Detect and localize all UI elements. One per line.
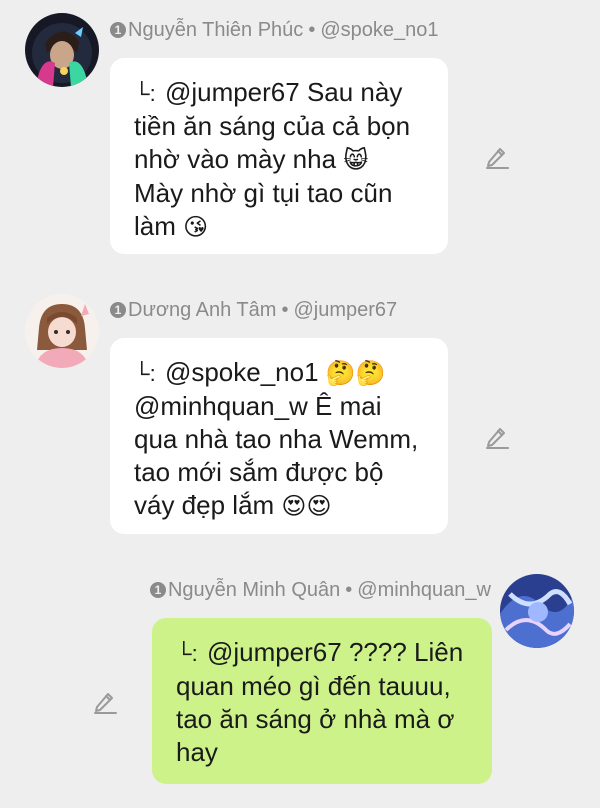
message-line: váy đẹp lắm 😍😍 bbox=[134, 489, 424, 523]
pencil-icon[interactable] bbox=[484, 143, 510, 169]
message-line: quan méo gì đến tauuu, bbox=[176, 671, 451, 701]
message-line: └: @jumper67 Sau này bbox=[134, 76, 424, 110]
message-line: Mày nhờ gì tụi tao cũn bbox=[134, 178, 393, 208]
avatar[interactable] bbox=[25, 294, 99, 368]
message-line: nhờ vào mày nha 😸 bbox=[134, 143, 424, 177]
message-line: tao ăn sáng ở nhà mà ơ bbox=[176, 704, 455, 734]
cat-emoji: 😸 bbox=[343, 147, 369, 174]
message-line: làm 😘 bbox=[134, 210, 424, 244]
level-badge-icon: 1 bbox=[110, 302, 126, 318]
author-handle[interactable]: @jumper67 bbox=[293, 299, 397, 321]
author-handle[interactable]: @minhquan_w bbox=[357, 579, 491, 601]
message-line: @minhquan_w Ê mai bbox=[134, 391, 382, 421]
message-2: 1 Dương Anh Tâm • @jumper67 └: @spoke_no1 🤔… bbox=[0, 280, 600, 540]
heart-eyes-emoji: 😍 bbox=[306, 493, 332, 520]
avatar[interactable] bbox=[25, 13, 99, 87]
message-line: tiền ăn sáng của cả bọn bbox=[134, 111, 411, 141]
message-3: 1 Nguyễn Minh Quân • @minhquan_w └: @jumper… bbox=[0, 560, 600, 808]
message-text: váy đẹp lắm bbox=[134, 490, 275, 520]
level-badge-icon: 1 bbox=[110, 22, 126, 38]
message-line: tao mới sắm được bộ bbox=[134, 457, 384, 487]
message-bubble[interactable]: └: @spoke_no1 🤔🤔 @minhquan_w Ê mai qua n… bbox=[110, 338, 448, 534]
message-header: 1 Dương Anh Tâm • @jumper67 bbox=[110, 298, 397, 322]
author-name[interactable]: Nguyễn Minh Quân bbox=[168, 579, 340, 601]
level-badge-icon: 1 bbox=[149, 582, 166, 598]
separator: • bbox=[308, 19, 316, 41]
kiss-emoji: 😘 bbox=[183, 214, 209, 241]
reply-mark: └: bbox=[134, 361, 156, 386]
message-line: qua nhà tao nha Wemm, bbox=[134, 424, 419, 454]
message-header: 1 Nguyễn Thiên Phúc • @spoke_no1 bbox=[110, 18, 439, 42]
heart-eyes-emoji: 😍 bbox=[281, 493, 307, 520]
thinking-emoji: 🤔 bbox=[325, 360, 356, 387]
message-text: @jumper67 Sau này bbox=[164, 77, 403, 107]
message-text: nhờ vào mày nha bbox=[134, 144, 337, 174]
thinking-emoji: 🤔 bbox=[355, 360, 386, 387]
message-text: @spoke_no1 bbox=[164, 357, 319, 387]
message-line: └: @spoke_no1 🤔🤔 bbox=[134, 356, 424, 390]
separator: • bbox=[345, 579, 353, 601]
author-handle[interactable]: @spoke_no1 bbox=[320, 19, 438, 41]
message-bubble[interactable]: └: @jumper67 ???? Liên quan méo gì đến t… bbox=[152, 618, 492, 784]
avatar[interactable] bbox=[500, 574, 574, 648]
message-1: 1 Nguyễn Thiên Phúc • @spoke_no1 └: @jumper… bbox=[0, 0, 600, 260]
pencil-icon[interactable] bbox=[92, 688, 118, 714]
reply-mark: └: bbox=[176, 641, 198, 666]
message-text: @jumper67 ???? Liên bbox=[206, 637, 464, 667]
message-header: 1 Nguyễn Minh Quân • @minhquan_w bbox=[149, 578, 491, 602]
pencil-icon[interactable] bbox=[484, 423, 510, 449]
author-name[interactable]: Dương Anh Tâm bbox=[128, 299, 276, 321]
message-text: làm bbox=[134, 211, 176, 241]
reply-mark: └: bbox=[134, 81, 156, 106]
author-name[interactable]: Nguyễn Thiên Phúc bbox=[128, 19, 303, 41]
message-line: hay bbox=[176, 737, 218, 767]
message-line: └: @jumper67 ???? Liên bbox=[176, 636, 468, 670]
message-bubble[interactable]: └: @jumper67 Sau này tiền ăn sáng của cả… bbox=[110, 58, 448, 254]
separator: • bbox=[281, 299, 289, 321]
